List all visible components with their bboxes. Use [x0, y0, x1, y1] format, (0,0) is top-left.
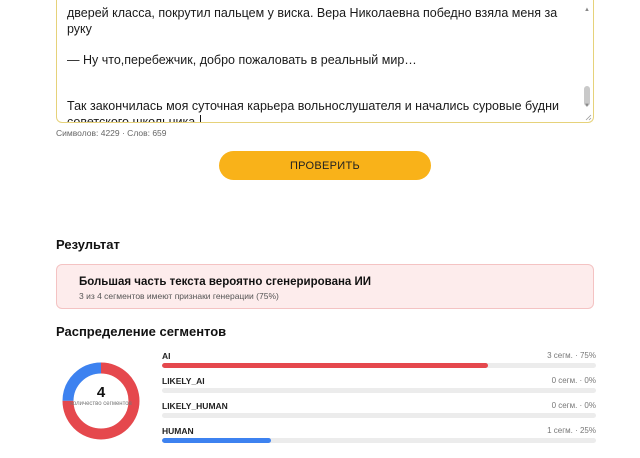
- distribution-heading: Распределение сегментов: [56, 324, 227, 339]
- resize-grip-icon[interactable]: [584, 113, 592, 121]
- scroll-down-icon[interactable]: ▼: [583, 102, 591, 110]
- segment-bar-fill: [162, 363, 488, 368]
- segment-bar-track: [162, 388, 596, 393]
- text-counter: Символов: 4229 · Слов: 659: [56, 128, 167, 138]
- result-headline: Большая часть текста вероятно сгенериров…: [79, 276, 372, 288]
- segment-bar-track: [162, 413, 596, 418]
- text-caret: [199, 114, 201, 122]
- editor-text[interactable]: дверей класса, покрутил пальцем у виска.…: [67, 6, 575, 123]
- editor-line: — Ну что,перебежчик, добро пожаловать в …: [67, 52, 417, 67]
- segment-stat: 0 сегм. · 0%: [551, 401, 596, 410]
- editor-scrollbar[interactable]: ▲ ▼: [583, 6, 591, 118]
- editor-line: Так закончилась моя суточная карьера вол…: [67, 99, 563, 123]
- donut-total: 4: [96, 384, 106, 401]
- text-editor[interactable]: дверей класса, покрутил пальцем у виска.…: [56, 0, 594, 123]
- segment-label: LIKELY_HUMAN: [162, 401, 228, 411]
- segment-bar-track: [162, 438, 596, 443]
- donut-caption: количество сегментов: [70, 401, 132, 407]
- segment-label: AI: [162, 351, 171, 361]
- segment-label: LIKELY_AI: [162, 376, 205, 386]
- segment-label: HUMAN: [162, 426, 194, 436]
- result-alert: Большая часть текста вероятно сгенериров…: [56, 264, 594, 309]
- segment-bar-track: [162, 363, 596, 368]
- segment-stat: 0 сегм. · 0%: [551, 376, 596, 385]
- segment-row-likely-ai: LIKELY_AI 0 сегм. · 0%: [162, 376, 596, 396]
- segment-stat: 3 сегм. · 75%: [547, 351, 596, 360]
- segment-row-ai: AI 3 сегм. · 75%: [162, 351, 596, 371]
- segment-row-likely-human: LIKELY_HUMAN 0 сегм. · 0%: [162, 401, 596, 421]
- result-subtext: 3 из 4 сегментов имеют признаки генераци…: [79, 291, 279, 301]
- segment-stat: 1 сегм. · 25%: [547, 426, 596, 435]
- result-heading: Результат: [56, 237, 120, 252]
- editor-line: дверей класса, покрутил пальцем у виска.…: [67, 6, 561, 36]
- segment-bar-fill: [162, 438, 271, 443]
- scroll-up-icon[interactable]: ▲: [583, 6, 591, 14]
- segment-row-human: HUMAN 1 сегм. · 25%: [162, 426, 596, 446]
- check-button[interactable]: ПРОВЕРИТЬ: [219, 151, 431, 180]
